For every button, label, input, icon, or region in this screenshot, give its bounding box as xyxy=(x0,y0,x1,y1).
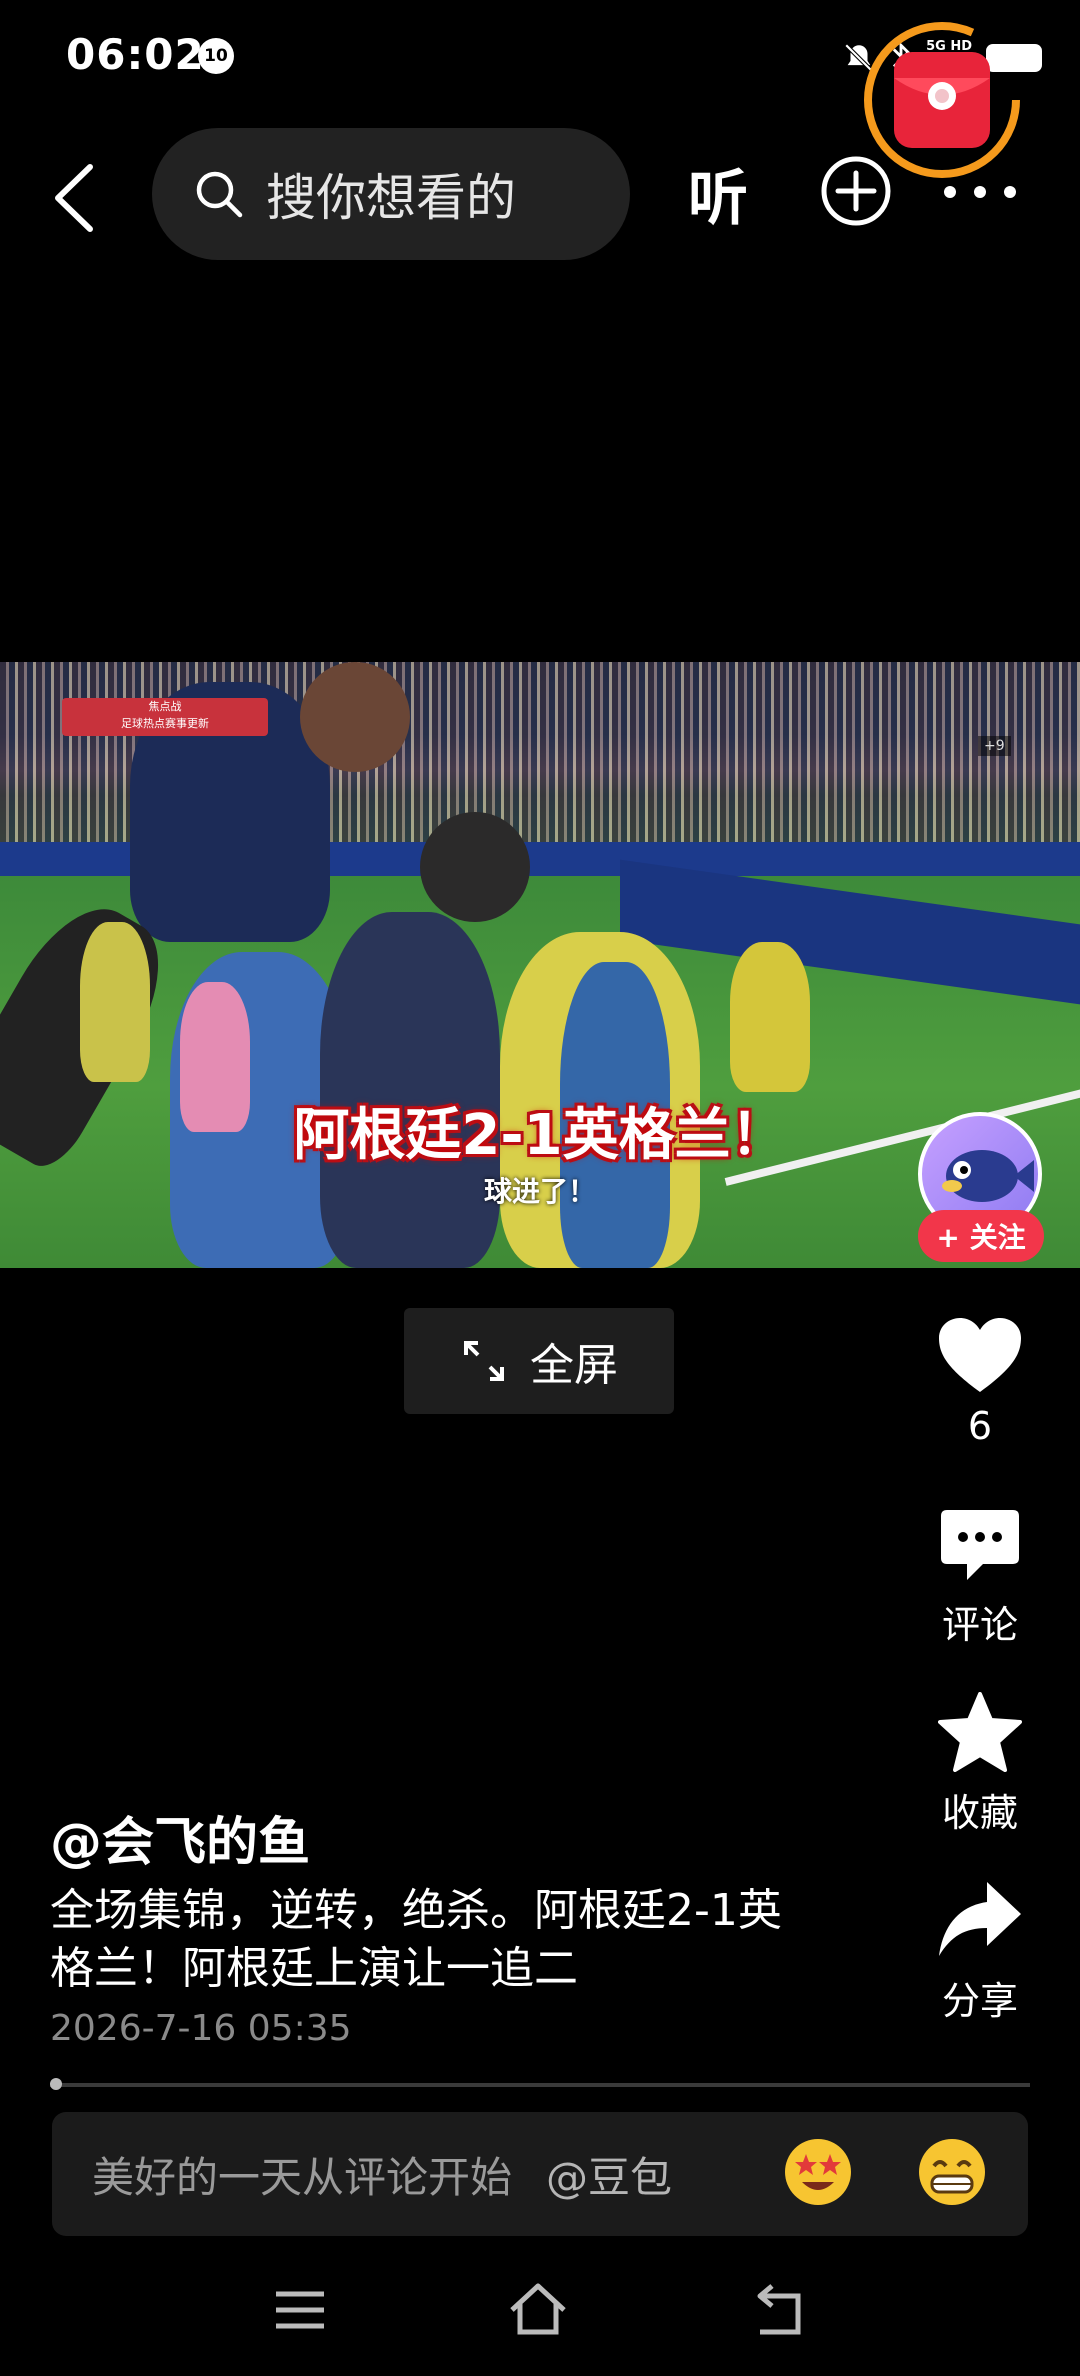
advertising-board-side xyxy=(620,859,1080,1005)
star-icon xyxy=(938,1692,1022,1772)
grinning-emoji-icon[interactable] xyxy=(916,2136,988,2208)
status-time: 06:02 xyxy=(66,30,205,79)
like-count: 6 xyxy=(967,1404,993,1448)
mention-button[interactable]: @豆包 xyxy=(546,2144,672,2205)
post-description: 全场集锦，逆转，绝杀。阿根廷2-1英格兰！阿根廷上演让一追二 xyxy=(50,1885,782,1994)
progress-track[interactable] xyxy=(50,2083,1030,2087)
follow-button[interactable]: + 关注 xyxy=(918,1210,1044,1262)
player-figure xyxy=(420,812,530,922)
comment-icon xyxy=(941,1510,1019,1580)
favorite-label: 收藏 xyxy=(941,1791,1018,1835)
home-icon[interactable] xyxy=(508,2280,568,2340)
back-arrow-icon xyxy=(55,164,93,232)
expand-icon xyxy=(464,1341,504,1381)
back-nav-icon[interactable] xyxy=(750,2280,810,2340)
search-bar[interactable]: 搜你想看的 xyxy=(152,128,630,260)
heart-icon xyxy=(939,1318,1021,1392)
share-label: 分享 xyxy=(941,1979,1018,2023)
post-timestamp: 2026-7-16 05:35 xyxy=(50,2008,352,2049)
player-figure xyxy=(80,922,150,1082)
search-placeholder: 搜你想看的 xyxy=(266,169,516,227)
back-button[interactable] xyxy=(52,160,108,236)
progress-handle[interactable] xyxy=(50,2078,62,2090)
favorite-button[interactable]: 收藏 xyxy=(920,1692,1040,1837)
comment-button[interactable]: 评论 xyxy=(920,1508,1040,1649)
like-button[interactable]: 6 xyxy=(920,1316,1040,1448)
share-arrow-icon xyxy=(939,1882,1021,1956)
video-overlay-tag: 焦点战 足球热点赛事更新 xyxy=(62,698,268,736)
player-figure xyxy=(730,942,810,1092)
overlay-tag-title: 焦点战 xyxy=(148,700,182,713)
video-badge: +9 xyxy=(978,736,1011,756)
video-caption: 阿根廷2-1英格兰！ xyxy=(293,1103,787,1168)
star-struck-emoji-icon[interactable] xyxy=(782,2136,854,2208)
comment-placeholder: 美好的一天从评论开始 xyxy=(92,2152,513,2202)
search-icon xyxy=(196,171,243,218)
comment-label: 评论 xyxy=(941,1603,1018,1647)
fullscreen-button[interactable]: 全屏 xyxy=(404,1308,674,1414)
share-button[interactable]: 分享 xyxy=(920,1880,1040,2025)
comment-input[interactable]: 美好的一天从评论开始 @豆包 xyxy=(52,2112,1028,2236)
fullscreen-label: 全屏 xyxy=(530,1340,618,1391)
author-name[interactable]: @会飞的鱼 xyxy=(50,1800,310,1875)
overlay-tag-subtitle: 足球热点赛事更新 xyxy=(121,717,209,730)
add-circle-icon[interactable] xyxy=(820,155,892,227)
player-figure xyxy=(300,662,410,772)
notification-count-badge: 10 xyxy=(198,38,234,74)
listen-button[interactable]: 听 xyxy=(688,150,748,237)
menu-icon[interactable] xyxy=(270,2280,330,2340)
more-icon[interactable] xyxy=(944,184,1024,200)
